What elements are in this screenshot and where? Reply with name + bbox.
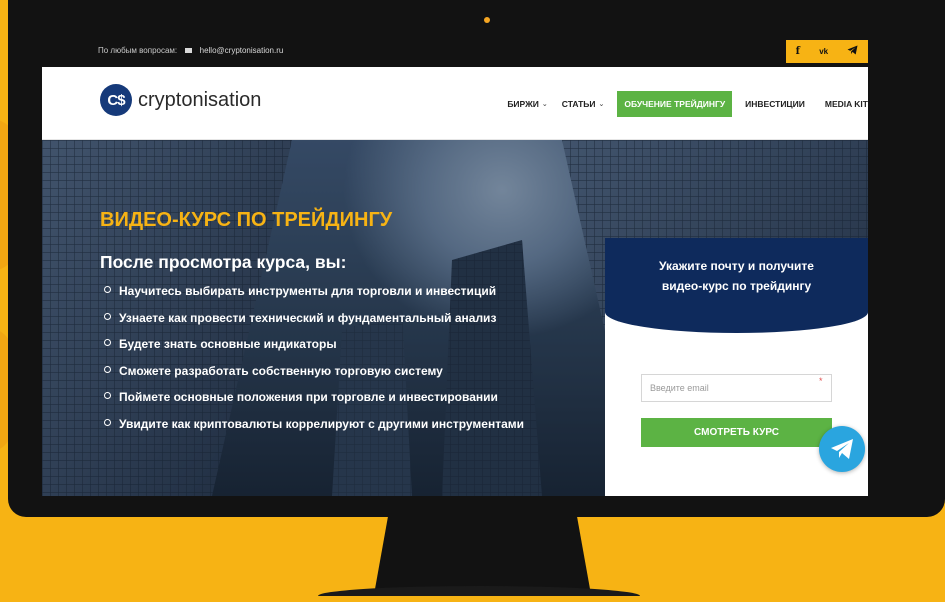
nav-item-articles[interactable]: СТАТЬИ ⌄: [555, 91, 612, 117]
email-field[interactable]: [641, 374, 832, 402]
list-item: Узнаете как провести технический и фунда…: [104, 310, 524, 337]
logo-mark: C$: [100, 84, 132, 116]
form-heading-line: видео-курс по трейдингу: [661, 279, 812, 293]
required-marker: *: [819, 376, 823, 386]
bullet-icon: [104, 312, 111, 320]
list-item: Увидите как криптовалюты коррелируют с д…: [104, 416, 524, 443]
chevron-down-icon: ⌄: [598, 101, 605, 108]
bullet-icon: [104, 286, 111, 293]
bullet-icon: [104, 365, 111, 373]
telegram-icon[interactable]: [847, 45, 858, 58]
bullet-icon: [104, 392, 111, 399]
telegram-float-button[interactable]: [819, 426, 865, 472]
contact-info: По любым вопросам: hello@cryptonisation.…: [98, 46, 283, 55]
webcam-dot: [484, 17, 490, 23]
form-heading-line: Укажите почту и получите: [659, 259, 814, 273]
vk-icon[interactable]: vk: [819, 47, 828, 56]
list-item: Сможете разработать собственную торговую…: [104, 363, 524, 390]
nav-item-label: СТАТЬИ: [561, 99, 596, 109]
nav-item-investments[interactable]: ИНВЕСТИЦИИ: [738, 91, 812, 117]
contact-email-link[interactable]: hello@cryptonisation.ru: [200, 46, 284, 55]
nav-item-media-kit[interactable]: MEDIA KIT: [818, 91, 868, 117]
website-screen: По любым вопросам: hello@cryptonisation.…: [42, 30, 868, 496]
list-item: Научитесь выбирать инструменты для торго…: [104, 283, 524, 310]
bullet-icon: [104, 418, 111, 426]
telegram-icon: [831, 439, 853, 459]
site-logo[interactable]: C$ cryptonisation: [100, 84, 261, 116]
social-links: f vk: [786, 40, 868, 63]
benefit-text: Сможете разработать собственную торговую…: [119, 363, 443, 378]
hero-subtitle: После просмотра курса, вы:: [100, 252, 347, 272]
benefit-text: Будете знать основные индикаторы: [119, 337, 337, 351]
nav-item-label: MEDIA KIT: [824, 99, 868, 109]
nav-item-label: ОБУЧЕНИЕ ТРЕЙДИНГУ: [624, 99, 726, 109]
mail-icon: [185, 48, 193, 53]
bullet-icon: [104, 339, 111, 346]
logo-text: cryptonisation: [138, 88, 262, 111]
benefits-list: Научитесь выбирать инструменты для торго…: [104, 283, 524, 442]
chevron-down-icon: ⌄: [541, 101, 548, 108]
main-navbar: C$ cryptonisation БИРЖИ ⌄ СТАТЬИ ⌄ ОБУЧЕ…: [42, 67, 868, 140]
top-bar: По любым вопросам: hello@cryptonisation.…: [42, 30, 868, 67]
benefit-text: Увидите как криптовалюты коррелируют с д…: [119, 416, 525, 431]
list-item: Будете знать основные индикаторы: [104, 336, 524, 363]
benefit-text: Узнаете как провести технический и фунда…: [119, 310, 497, 325]
hero-title: ВИДЕО-КУРС ПО ТРЕЙДИНГУ: [100, 209, 393, 231]
nav-item-trading-course[interactable]: ОБУЧЕНИЕ ТРЕЙДИНГУ: [617, 91, 733, 117]
list-item: Поймете основные положения при торговле …: [104, 389, 524, 416]
benefit-text: Научитесь выбирать инструменты для торго…: [119, 284, 497, 298]
contact-label: По любым вопросам:: [98, 46, 178, 55]
monitor-stand: [375, 517, 590, 589]
hero-section: ВИДЕО-КУРС ПО ТРЕЙДИНГУ После просмотра …: [42, 140, 868, 496]
monitor-base: [318, 586, 640, 596]
watch-course-button[interactable]: СМОТРЕТЬ КУРС: [641, 418, 832, 447]
benefit-text: Поймете основные положения при торговле …: [119, 390, 498, 404]
nav-item-label: БИРЖИ: [507, 99, 539, 109]
facebook-icon[interactable]: f: [796, 46, 800, 57]
nav-item-label: ИНВЕСТИЦИИ: [745, 99, 805, 109]
nav-menu: БИРЖИ ⌄ СТАТЬИ ⌄ ОБУЧЕНИЕ ТРЕЙДИНГУ ИНВЕ…: [500, 91, 868, 117]
form-heading: Укажите почту и получите видео-курс по т…: [605, 238, 868, 333]
nav-item-exchanges[interactable]: БИРЖИ ⌄: [500, 91, 554, 117]
